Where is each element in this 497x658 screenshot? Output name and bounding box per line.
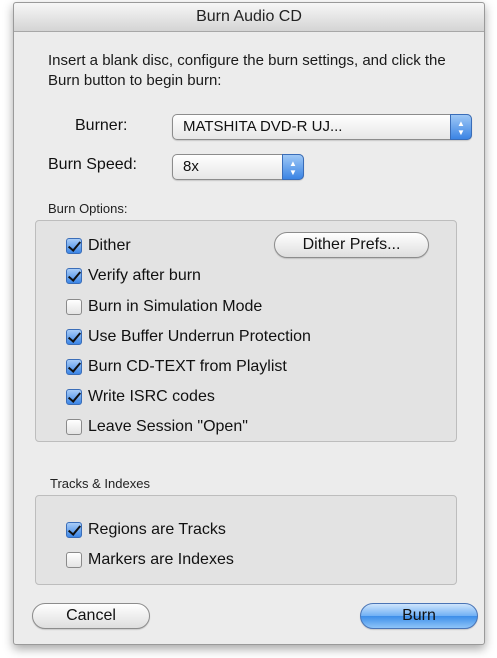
- burner-select[interactable]: MATSHITA DVD-R UJ... ▲ ▼: [172, 114, 472, 140]
- checkbox-dither[interactable]: Dither: [66, 235, 131, 257]
- checkbox-leave-session-open[interactable]: Leave Session "Open": [66, 416, 248, 438]
- checkbox-verify-after-burn[interactable]: Verify after burn: [66, 265, 201, 287]
- checkbox-checked-icon: [66, 238, 82, 254]
- checkbox-checked-icon: [66, 359, 82, 375]
- popup-arrows-icon: ▲ ▼: [450, 114, 472, 140]
- burn-speed-select-value: 8x: [183, 158, 199, 175]
- dialog-title: Burn Audio CD: [14, 3, 484, 32]
- burn-speed-select[interactable]: 8x ▲ ▼: [172, 154, 304, 180]
- checkbox-label: Leave Session "Open": [88, 418, 248, 435]
- burner-select-value: MATSHITA DVD-R UJ...: [183, 118, 343, 135]
- checkbox-label: Dither: [88, 237, 131, 254]
- checkbox-cd-text[interactable]: Burn CD-TEXT from Playlist: [66, 356, 287, 378]
- checkbox-label: Burn in Simulation Mode: [88, 298, 263, 315]
- checkbox-label: Markers are Indexes: [88, 551, 234, 568]
- checkbox-markers-are-indexes[interactable]: Markers are Indexes: [66, 549, 234, 571]
- cancel-button[interactable]: Cancel: [32, 603, 150, 629]
- checkbox-regions-are-tracks[interactable]: Regions are Tracks: [66, 519, 226, 541]
- checkbox-checked-icon: [66, 522, 82, 538]
- checkbox-label: Verify after burn: [88, 267, 201, 284]
- popup-arrows-icon: ▲ ▼: [282, 154, 304, 180]
- checkbox-unchecked-icon: [66, 299, 82, 315]
- checkbox-checked-icon: [66, 389, 82, 405]
- checkbox-simulation-mode[interactable]: Burn in Simulation Mode: [66, 296, 262, 318]
- checkbox-unchecked-icon: [66, 419, 82, 435]
- checkbox-label: Regions are Tracks: [88, 521, 226, 538]
- checkbox-isrc-codes[interactable]: Write ISRC codes: [66, 386, 215, 408]
- checkbox-checked-icon: [66, 329, 82, 345]
- checkbox-unchecked-icon: [66, 552, 82, 568]
- checkbox-label: Use Buffer Underrun Protection: [88, 328, 311, 345]
- burn-speed-label: Burn Speed:: [48, 156, 137, 173]
- burn-button[interactable]: Burn: [360, 603, 478, 629]
- instructions-text: Insert a blank disc, configure the burn …: [48, 52, 446, 89]
- dither-prefs-button[interactable]: Dither Prefs...: [274, 232, 429, 258]
- burn-options-label: Burn Options:: [48, 201, 128, 216]
- burner-label: Burner:: [75, 117, 128, 134]
- checkbox-label: Burn CD-TEXT from Playlist: [88, 358, 287, 375]
- burn-audio-cd-dialog: Burn Audio CD Insert a blank disc, confi…: [13, 2, 485, 645]
- tracks-indexes-label: Tracks & Indexes: [50, 476, 150, 491]
- checkbox-buffer-underrun[interactable]: Use Buffer Underrun Protection: [66, 326, 311, 348]
- checkbox-label: Write ISRC codes: [88, 388, 215, 405]
- checkbox-checked-icon: [66, 268, 82, 284]
